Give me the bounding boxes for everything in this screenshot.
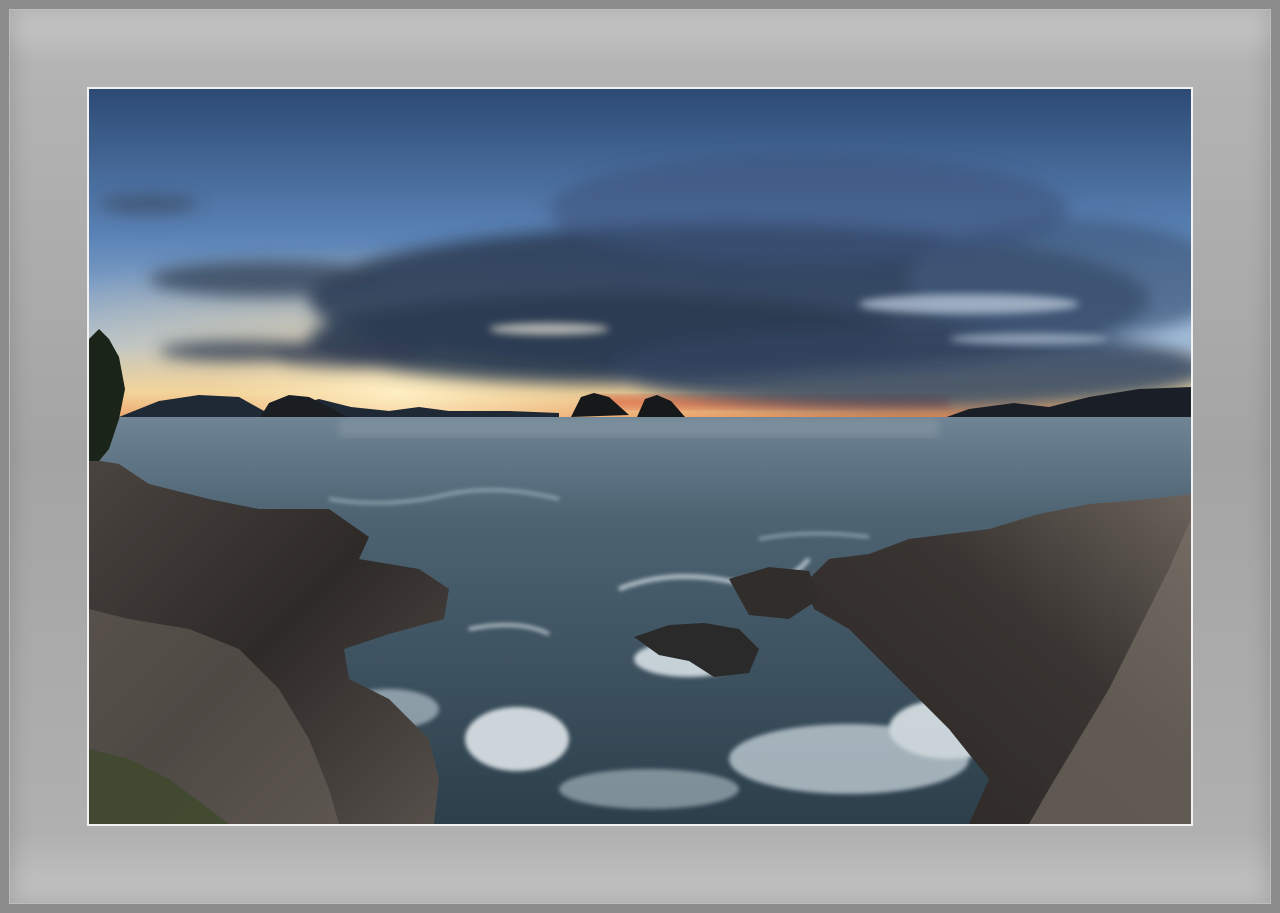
seascape-photo bbox=[89, 89, 1191, 824]
sea-reflection bbox=[339, 419, 939, 437]
